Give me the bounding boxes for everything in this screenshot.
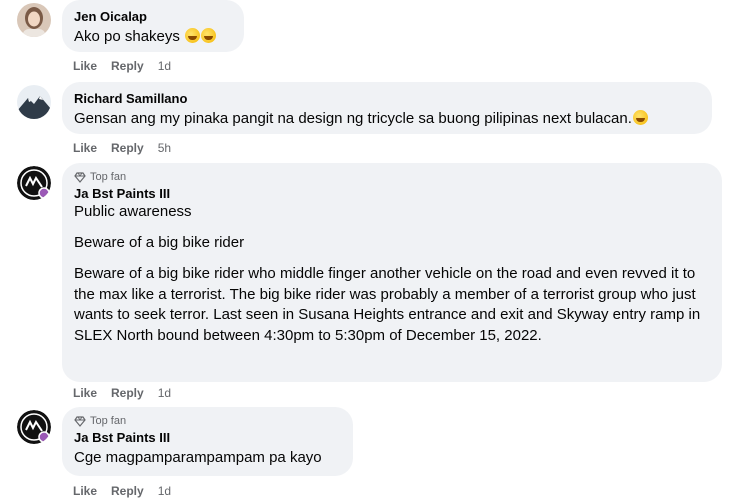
commenter-name[interactable]: Ja Bst Paints III bbox=[74, 429, 341, 446]
commenter-name[interactable]: Ja Bst Paints III bbox=[74, 185, 710, 202]
comment-text: Cge magpamparampampam pa kayo bbox=[74, 449, 322, 466]
like-button[interactable]: Like bbox=[73, 59, 97, 73]
comment-actions: Like Reply 1d bbox=[73, 59, 171, 73]
like-button[interactable]: Like bbox=[73, 484, 97, 498]
diamond-icon bbox=[74, 415, 86, 427]
like-button[interactable]: Like bbox=[73, 141, 97, 155]
top-fan-badge[interactable]: Top fan bbox=[74, 414, 341, 428]
comment-bubble: Jen Oicalap Ako po shakeys bbox=[62, 0, 244, 52]
comment-bubble: Richard Samillano Gensan ang my pinaka p… bbox=[62, 82, 712, 134]
rofl-emoji-icon bbox=[201, 28, 217, 43]
profile-photo-icon bbox=[17, 410, 51, 444]
comment-actions: Like Reply 1d bbox=[73, 386, 171, 400]
like-button[interactable]: Like bbox=[73, 386, 97, 400]
avatar-ja-bst[interactable] bbox=[17, 166, 51, 200]
reply-button[interactable]: Reply bbox=[111, 386, 144, 400]
comment-actions: Like Reply 1d bbox=[73, 484, 171, 498]
badge-label: Top fan bbox=[90, 415, 127, 427]
comment-text-body: Gensan ang my pinaka pangit na design ng… bbox=[74, 110, 632, 127]
avatar-richard[interactable] bbox=[17, 85, 51, 119]
comment-bubble: Top fan Ja Bst Paints III Public awarene… bbox=[62, 163, 722, 382]
comment-timestamp[interactable]: 1d bbox=[158, 484, 171, 498]
comment-text: Gensan ang my pinaka pangit na design ng… bbox=[74, 109, 700, 128]
rofl-emoji-icon bbox=[185, 28, 201, 43]
grin-emoji-icon bbox=[632, 110, 648, 125]
comment-bubble: Top fan Ja Bst Paints III Cge magpampara… bbox=[62, 407, 353, 476]
comment-paragraph-2: Beware of a big bike rider bbox=[74, 234, 245, 251]
comment-timestamp[interactable]: 5h bbox=[158, 141, 171, 155]
comment-timestamp[interactable]: 1d bbox=[158, 59, 171, 73]
profile-photo-icon bbox=[17, 85, 51, 119]
profile-photo-icon bbox=[17, 166, 51, 200]
profile-photo-icon bbox=[17, 3, 51, 37]
reply-button[interactable]: Reply bbox=[111, 141, 144, 155]
top-fan-badge[interactable]: Top fan bbox=[74, 170, 710, 184]
diamond-icon bbox=[74, 171, 86, 183]
reply-button[interactable]: Reply bbox=[111, 484, 144, 498]
comment-text-body: Ako po shakeys bbox=[74, 28, 180, 45]
comment-paragraph-3: Beware of a big bike rider who middle fi… bbox=[74, 265, 701, 344]
comment-actions: Like Reply 5h bbox=[73, 141, 171, 155]
reply-button[interactable]: Reply bbox=[111, 59, 144, 73]
comment-timestamp[interactable]: 1d bbox=[158, 386, 171, 400]
comment-text: Ako po shakeys bbox=[74, 27, 232, 46]
badge-label: Top fan bbox=[90, 171, 127, 183]
avatar-ja-bst[interactable] bbox=[17, 410, 51, 444]
comment-paragraph-1: Public awareness bbox=[74, 203, 192, 220]
commenter-name[interactable]: Richard Samillano bbox=[74, 90, 700, 107]
avatar-jen[interactable] bbox=[17, 3, 51, 37]
commenter-name[interactable]: Jen Oicalap bbox=[74, 8, 232, 25]
